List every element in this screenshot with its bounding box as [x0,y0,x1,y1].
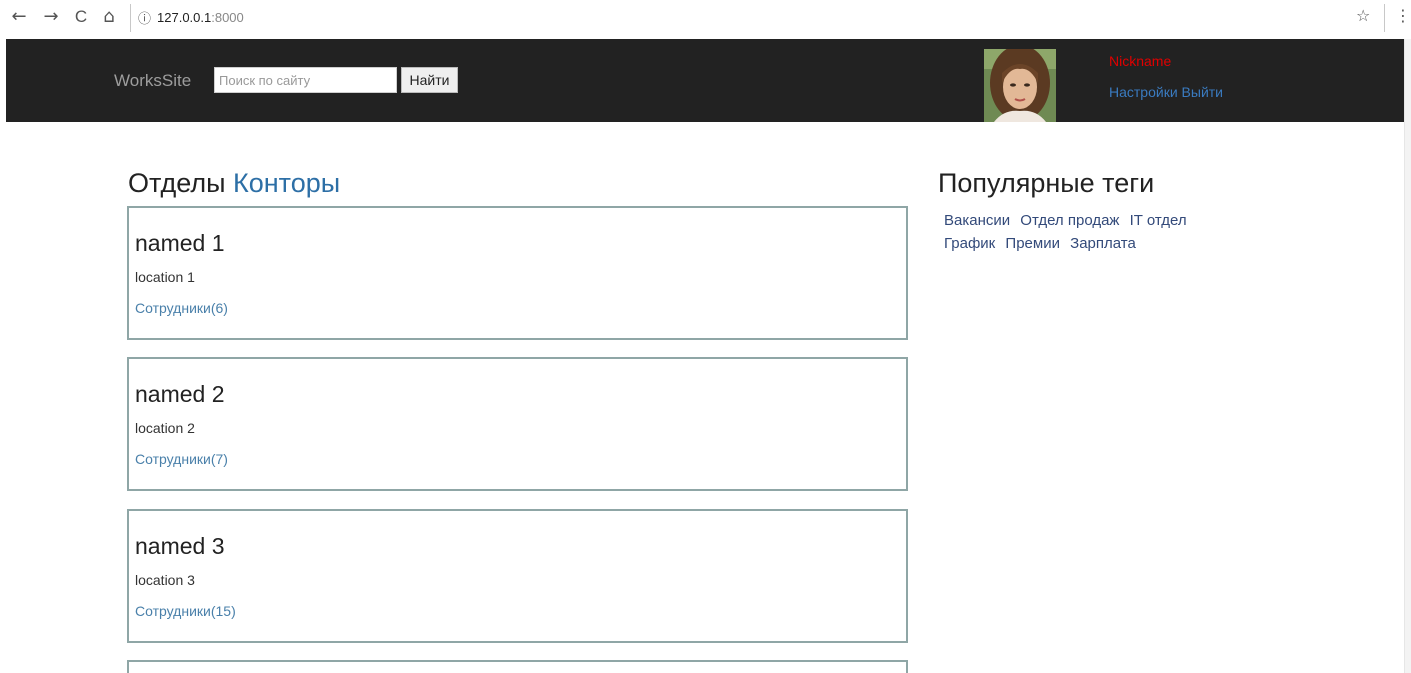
tag-link[interactable]: IT отдел [1130,212,1187,229]
tag-link[interactable]: Зарплата [1070,235,1136,252]
department-location: location 2 [135,420,195,436]
back-arrow-icon[interactable]: ← [8,6,30,28]
brand-link[interactable]: WorksSite [114,71,191,91]
home-icon[interactable]: ⌂ [98,6,120,28]
tag-link[interactable]: Отдел продаж [1020,212,1119,229]
tag-link[interactable]: График [944,235,995,252]
tag-list: Вакансии Отдел продаж IT отдел График Пр… [944,209,1234,255]
menu-divider [1384,4,1385,32]
browser-toolbar: ← → C ⌂ ⓘ 127.0.0.1:8000 ☆ ⋮ [0,0,1411,38]
tab-offices[interactable]: Конторы [233,168,340,198]
avatar[interactable] [984,49,1056,122]
employees-link[interactable]: Сотрудники(6) [135,300,228,316]
forward-arrow-icon[interactable]: → [40,6,62,28]
search-button[interactable]: Найти [401,67,458,93]
reload-icon[interactable]: C [70,6,92,28]
user-links: Настройки Выйти [1109,84,1223,100]
department-name: named 1 [135,230,225,256]
address-bar[interactable]: ⓘ 127.0.0.1:8000 [138,6,244,28]
department-name: named 3 [135,533,225,559]
site-navbar: WorksSite Найти Nickname Настройки Выйти [6,39,1404,122]
bookmark-star-icon[interactable]: ☆ [1356,6,1370,25]
tag-link[interactable]: Премии [1005,235,1060,252]
search-input[interactable] [214,67,397,93]
info-icon[interactable]: ⓘ [138,8,151,27]
popular-tags-title: Популярные теги [938,168,1155,198]
user-nickname[interactable]: Nickname [1109,53,1171,69]
department-location: location 3 [135,572,195,588]
url-port: :8000 [211,9,244,25]
department-name: named 2 [135,381,225,407]
department-location: location 1 [135,269,195,285]
employees-link[interactable]: Сотрудники(7) [135,451,228,467]
department-card: named 2 location 2 Сотрудники(7) [127,357,908,491]
logout-link[interactable]: Выйти [1182,84,1223,100]
page-scrollbar[interactable] [1404,39,1411,673]
department-card-partial [127,660,908,673]
tag-link[interactable]: Вакансии [944,212,1010,229]
employees-link[interactable]: Сотрудники(15) [135,603,236,619]
department-card: named 3 location 3 Сотрудники(15) [127,509,908,643]
url-host: 127.0.0.1 [157,9,212,25]
avatar-portrait-image [984,49,1056,122]
department-card: named 1 location 1 Сотрудники(6) [127,206,908,340]
tab-departments[interactable]: Отделы [128,168,226,198]
page-title: Отделы Конторы [128,168,340,199]
omnibox-divider [130,4,131,32]
settings-link[interactable]: Настройки [1109,84,1178,100]
browser-menu-icon[interactable]: ⋮ [1395,6,1411,25]
